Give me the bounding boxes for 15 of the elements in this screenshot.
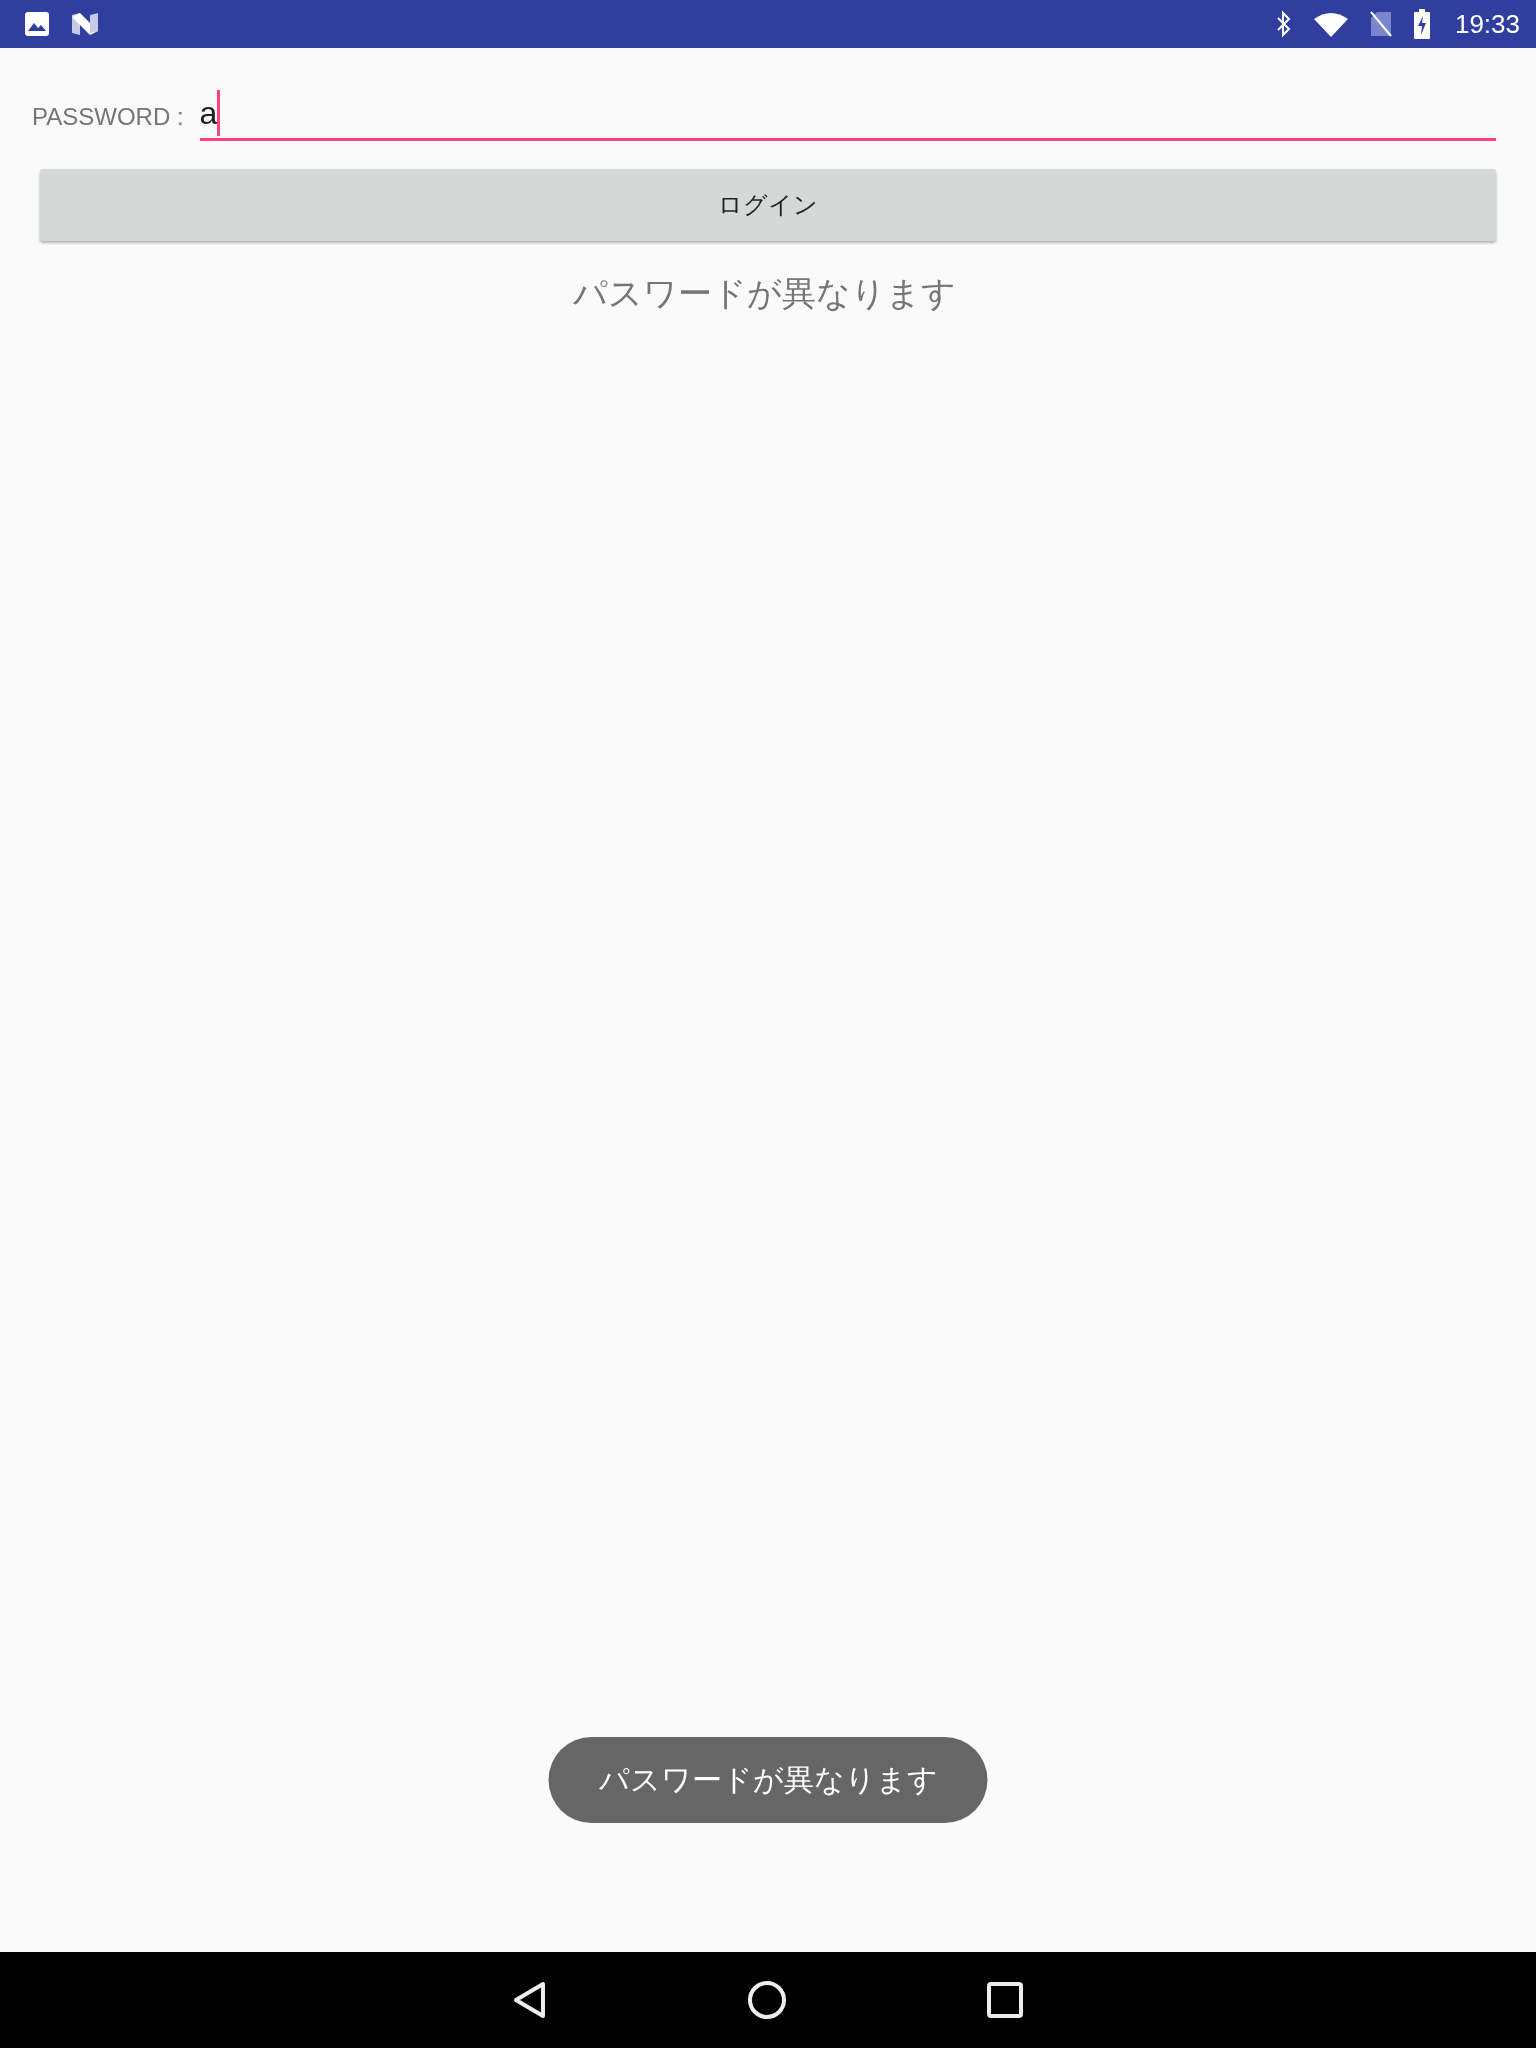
error-message: パスワードが異なります (572, 273, 956, 313)
login-button[interactable]: ログイン (40, 169, 1496, 241)
image-icon (24, 11, 50, 37)
battery-charging-icon (1412, 9, 1431, 39)
no-sim-icon (1368, 10, 1393, 38)
bluetooth-icon (1274, 10, 1293, 38)
toast-message: パスワードが異なります (548, 1737, 988, 1823)
wifi-icon (1312, 11, 1349, 37)
n-logo-icon (70, 11, 100, 37)
back-icon[interactable] (513, 1981, 547, 2019)
clock-time: 19:33 (1454, 8, 1520, 40)
password-field[interactable]: a (199, 88, 1496, 141)
password-label: PASSWORD : (32, 103, 184, 132)
recents-icon[interactable] (987, 1982, 1023, 2018)
home-icon[interactable] (747, 1980, 787, 2020)
